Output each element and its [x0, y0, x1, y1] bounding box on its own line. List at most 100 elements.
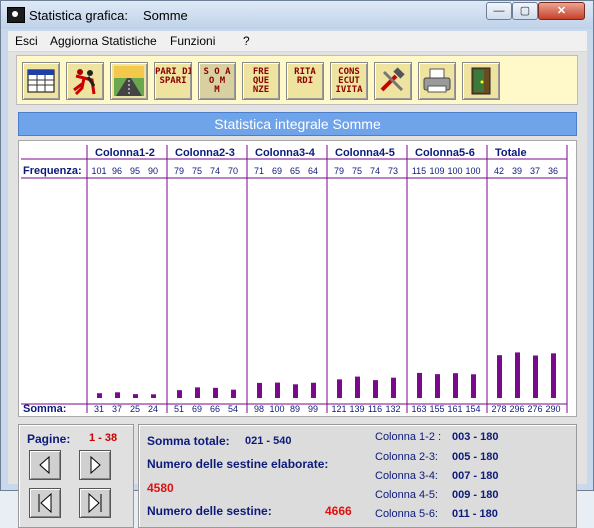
colonna-3-4-value: 007 - 180	[452, 470, 499, 482]
somma-value: 155	[429, 404, 444, 414]
somma-value: 116	[368, 404, 382, 414]
somma-value: 66	[210, 404, 220, 414]
bottom-area: Pagine: 1 - 38 Somma totale: 021 - 540 N…	[18, 424, 577, 528]
pages-value: 1 - 38	[89, 432, 118, 444]
group-header: Colonna3-4	[255, 147, 316, 159]
colonna-5-6-label: Colonna 5-6:	[375, 508, 438, 520]
freq-value: 65	[290, 166, 300, 176]
next-page-button[interactable]	[79, 450, 111, 480]
somma-value: 69	[192, 404, 202, 414]
maximize-button[interactable]: ▢	[512, 2, 538, 20]
colonna-5-6-value: 011 - 180	[452, 508, 498, 520]
somma-value: 290	[545, 404, 560, 414]
sestine-value: 4666	[325, 504, 352, 518]
road-button[interactable]	[110, 62, 148, 100]
somma-bar	[275, 382, 280, 398]
table-icon	[27, 69, 55, 93]
somma-value: 161	[447, 404, 462, 414]
printer-button[interactable]	[418, 62, 456, 100]
last-page-button[interactable]	[79, 488, 111, 518]
exit-button[interactable]	[462, 62, 500, 100]
client-area: PARI DI SPARI S O A O M M FRE QUE NZE RI…	[8, 52, 587, 528]
freq-value: 75	[352, 166, 362, 176]
somma-value: 54	[228, 404, 238, 414]
somma-bar	[391, 377, 396, 398]
somma-bar	[311, 382, 316, 398]
somma-value: 121	[331, 404, 346, 414]
somma-bar	[515, 352, 520, 398]
table-button[interactable]	[22, 62, 60, 100]
somma-bar	[115, 392, 120, 398]
colonna-1-2-label: Colonna 1-2 :	[375, 431, 442, 443]
somma-bar	[435, 374, 440, 398]
freq-value: 75	[192, 166, 202, 176]
menu-funzioni[interactable]: Funzioni	[170, 34, 215, 48]
road-icon	[114, 66, 144, 96]
somma-value: 163	[411, 404, 426, 414]
minimize-button[interactable]: —	[486, 2, 512, 20]
somma-value: 98	[254, 404, 264, 414]
somma-value: 276	[527, 404, 542, 414]
colonna-2-3-label: Colonna 2-3:	[375, 451, 438, 463]
freq-value: 101	[91, 166, 106, 176]
pari-dispari-button[interactable]: PARI DI SPARI	[154, 62, 192, 100]
somma-bar	[355, 376, 360, 398]
group-header: Colonna2-3	[175, 147, 235, 159]
first-page-button[interactable]	[29, 488, 61, 518]
somma-bar	[497, 355, 502, 398]
menu-aggiorna-statistiche[interactable]: Aggiorna Statistiche	[50, 34, 157, 48]
freq-value: 36	[548, 166, 558, 176]
freq-value: 74	[210, 166, 220, 176]
somma-bar	[551, 353, 556, 398]
group-header: Totale	[495, 147, 527, 159]
dancers-button[interactable]	[66, 62, 104, 100]
group-header: Colonna1-2	[95, 147, 155, 159]
arrow-last-icon	[88, 492, 102, 514]
freq-row-label: Frequenza:	[23, 165, 82, 177]
somma-value: 37	[112, 404, 122, 414]
close-button[interactable]: ✕	[538, 2, 585, 20]
sestine-elaborate-label: Numero delle sestine elaborate:	[147, 457, 329, 471]
consecutivita-button[interactable]: CONS ECUT IVITA	[330, 62, 368, 100]
somma-bar	[417, 372, 422, 398]
somma-value: 100	[269, 404, 284, 414]
somma-value: 278	[491, 404, 506, 414]
menu-help[interactable]: ?	[243, 34, 250, 48]
window-subtitle: Somme	[143, 8, 188, 23]
somma-bar	[293, 384, 298, 398]
arrow-right-icon	[90, 455, 101, 475]
somma-bar	[453, 373, 458, 398]
freq-value: 42	[494, 166, 504, 176]
freq-value: 109	[429, 166, 444, 176]
somma-value: 24	[148, 404, 158, 414]
stats-panel: Somma totale: 021 - 540 Numero delle ses…	[138, 424, 577, 528]
freq-value: 115	[412, 166, 426, 176]
somma-value: 89	[290, 404, 300, 414]
somma-value: 154	[465, 404, 480, 414]
menu-esci[interactable]: Esci	[15, 34, 38, 48]
main-window: Statistica grafica: Somme — ▢ ✕ Esci Agg…	[0, 0, 594, 528]
window-title: Statistica grafica:	[29, 8, 128, 23]
title-bar: Statistica grafica: Somme — ▢ ✕	[1, 1, 593, 29]
freq-value: 74	[370, 166, 380, 176]
somma-bar	[151, 394, 156, 398]
ritardi-button[interactable]: RITA RDI	[286, 62, 324, 100]
tools-button[interactable]	[374, 62, 412, 100]
freq-value: 90	[148, 166, 158, 176]
somma-value: 139	[349, 404, 364, 414]
exit-door-icon	[471, 67, 491, 95]
somme-button[interactable]: S O A O M M	[198, 62, 236, 100]
colonna-1-2-value: 003 - 180	[452, 431, 499, 443]
colonna-3-4-label: Colonna 3-4:	[375, 470, 438, 482]
freq-value: 96	[112, 166, 122, 176]
tools-icon	[380, 67, 405, 92]
somma-bar	[471, 374, 476, 398]
freq-value: 100	[465, 166, 480, 176]
frequenze-button[interactable]: FRE QUE NZE	[242, 62, 280, 100]
prev-page-button[interactable]	[29, 450, 61, 480]
freq-value: 100	[447, 166, 462, 176]
somma-bar	[177, 390, 182, 398]
somma-value: 25	[130, 404, 140, 414]
somma-value: 132	[385, 404, 400, 414]
sestine-elaborate-value: 4580	[147, 481, 174, 495]
